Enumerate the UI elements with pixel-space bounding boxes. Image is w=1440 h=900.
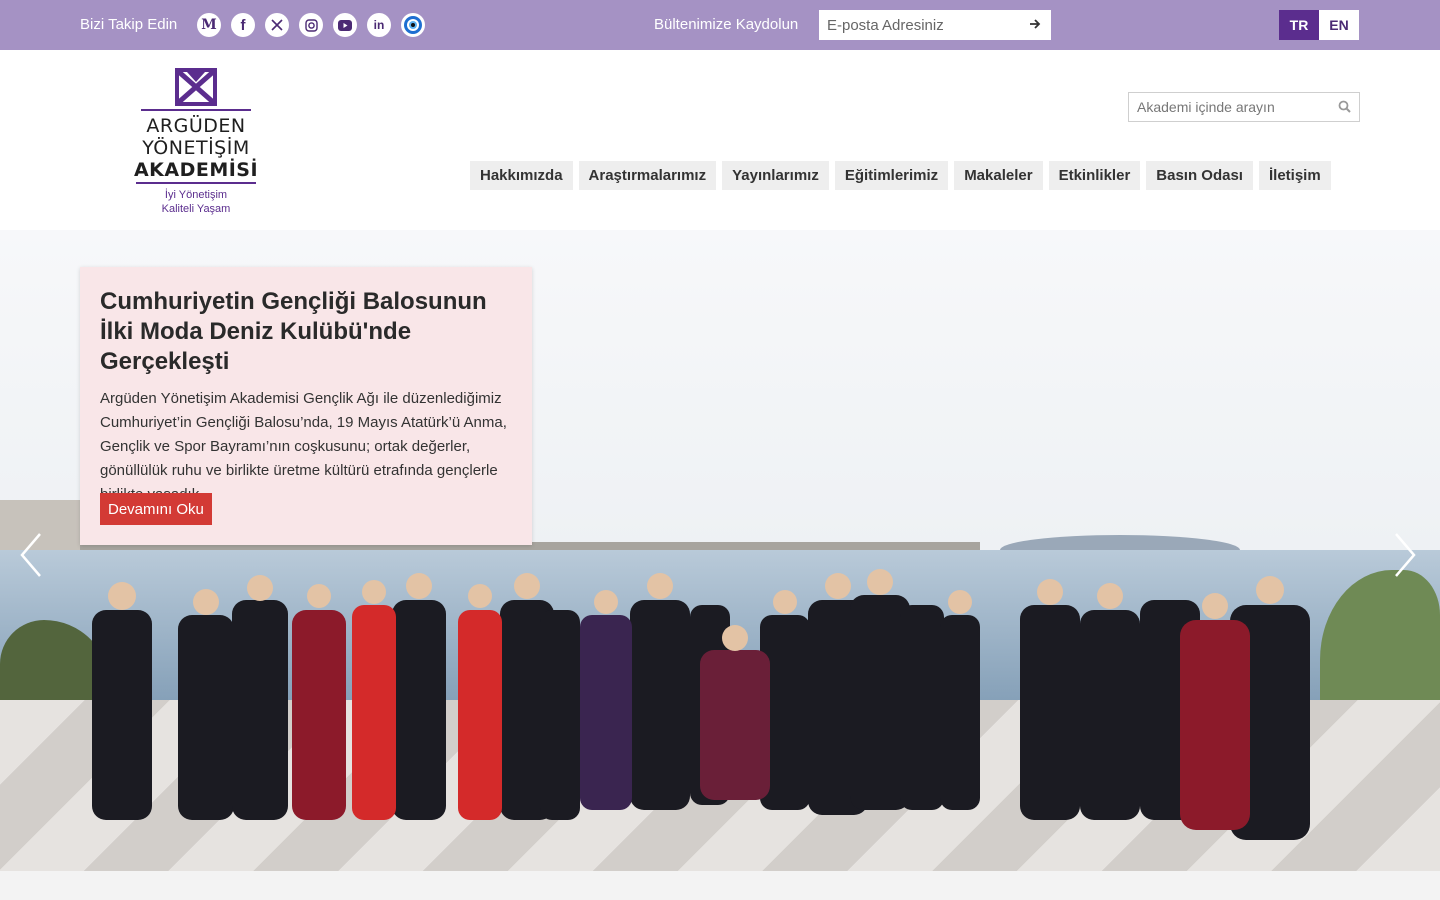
- site-search: [1128, 92, 1360, 122]
- search-input[interactable]: [1129, 93, 1329, 121]
- hero-photo-group: [92, 569, 1310, 840]
- nav-item-etkinlikler[interactable]: Etkinlikler: [1048, 161, 1141, 190]
- lang-tr-button[interactable]: TR: [1279, 10, 1319, 40]
- logo-text-line3: AKADEMİSİ: [133, 159, 259, 181]
- logo-text-line2: YÖNETİŞİM: [142, 137, 250, 159]
- facebook-icon[interactable]: f: [231, 13, 255, 37]
- logo-mark-icon: [175, 68, 217, 106]
- newsletter-submit-button[interactable]: [1019, 10, 1051, 40]
- hero-slider: Cumhuriyetin Gençliği Balosunun İlki Mod…: [0, 230, 1440, 871]
- logo-tagline-2: Kaliteli Yaşam: [161, 203, 231, 215]
- medium-icon[interactable]: M: [197, 13, 221, 37]
- slider-prev-arrow-icon[interactable]: [18, 532, 44, 583]
- main-nav: Hakkımızda Araştırmalarımız Yayınlarımız…: [470, 161, 1331, 190]
- logo-divider-2: [136, 182, 256, 184]
- nav-item-hakkimizda[interactable]: Hakkımızda: [470, 161, 573, 190]
- nav-item-yayinlarimiz[interactable]: Yayınlarımız: [722, 161, 829, 190]
- nav-item-arastirmalarimiz[interactable]: Araştırmalarımız: [578, 161, 717, 190]
- newsletter-email-input[interactable]: [819, 10, 1019, 40]
- content-section-edge: [0, 871, 1440, 900]
- social-links: M f in: [197, 13, 425, 37]
- slider-next-arrow-icon[interactable]: [1392, 532, 1418, 583]
- follow-us-label: Bizi Takip Edin: [80, 16, 178, 33]
- lang-en-button[interactable]: EN: [1319, 10, 1359, 40]
- arrow-right-icon: [1029, 18, 1041, 33]
- newsletter-label: Bültenimize Kaydolun: [654, 16, 799, 33]
- logo-text-line1: ARGÜDEN: [146, 115, 246, 137]
- newsletter-form: [819, 10, 1051, 40]
- x-twitter-icon[interactable]: [265, 13, 289, 37]
- top-bar: Bizi Takip Edin M f in Bültenimize Kaydo…: [0, 0, 1440, 50]
- nav-item-makaleler[interactable]: Makaleler: [954, 161, 1043, 190]
- nav-item-egitimlerimiz[interactable]: Eğitimlerimiz: [834, 161, 949, 190]
- nav-item-basin-odasi[interactable]: Basın Odası: [1146, 161, 1253, 190]
- medium-glyph: M: [201, 17, 217, 33]
- eye-icon[interactable]: [401, 13, 425, 37]
- nav-item-iletisim[interactable]: İletişim: [1258, 161, 1331, 190]
- read-more-button[interactable]: Devamını Oku: [100, 493, 212, 525]
- search-icon[interactable]: [1338, 100, 1351, 118]
- language-switcher: TR EN: [1279, 10, 1359, 40]
- site-logo[interactable]: ARGÜDEN YÖNETİŞİM AKADEMİSİ İyi Yönetişi…: [130, 68, 262, 224]
- youtube-icon[interactable]: [333, 13, 357, 37]
- slide-description: Argüden Yönetişim Akademisi Gençlik Ağı …: [100, 390, 507, 503]
- instagram-icon[interactable]: [299, 13, 323, 37]
- linkedin-glyph: in: [373, 18, 385, 32]
- logo-divider: [141, 109, 251, 111]
- logo-tagline-1: İyi Yönetişim: [164, 189, 228, 201]
- slide-caption-card: Cumhuriyetin Gençliği Balosunun İlki Mod…: [80, 267, 532, 545]
- slide-title: Cumhuriyetin Gençliği Balosunun İlki Mod…: [100, 288, 487, 375]
- linkedin-icon[interactable]: in: [367, 13, 391, 37]
- facebook-glyph: f: [240, 16, 246, 34]
